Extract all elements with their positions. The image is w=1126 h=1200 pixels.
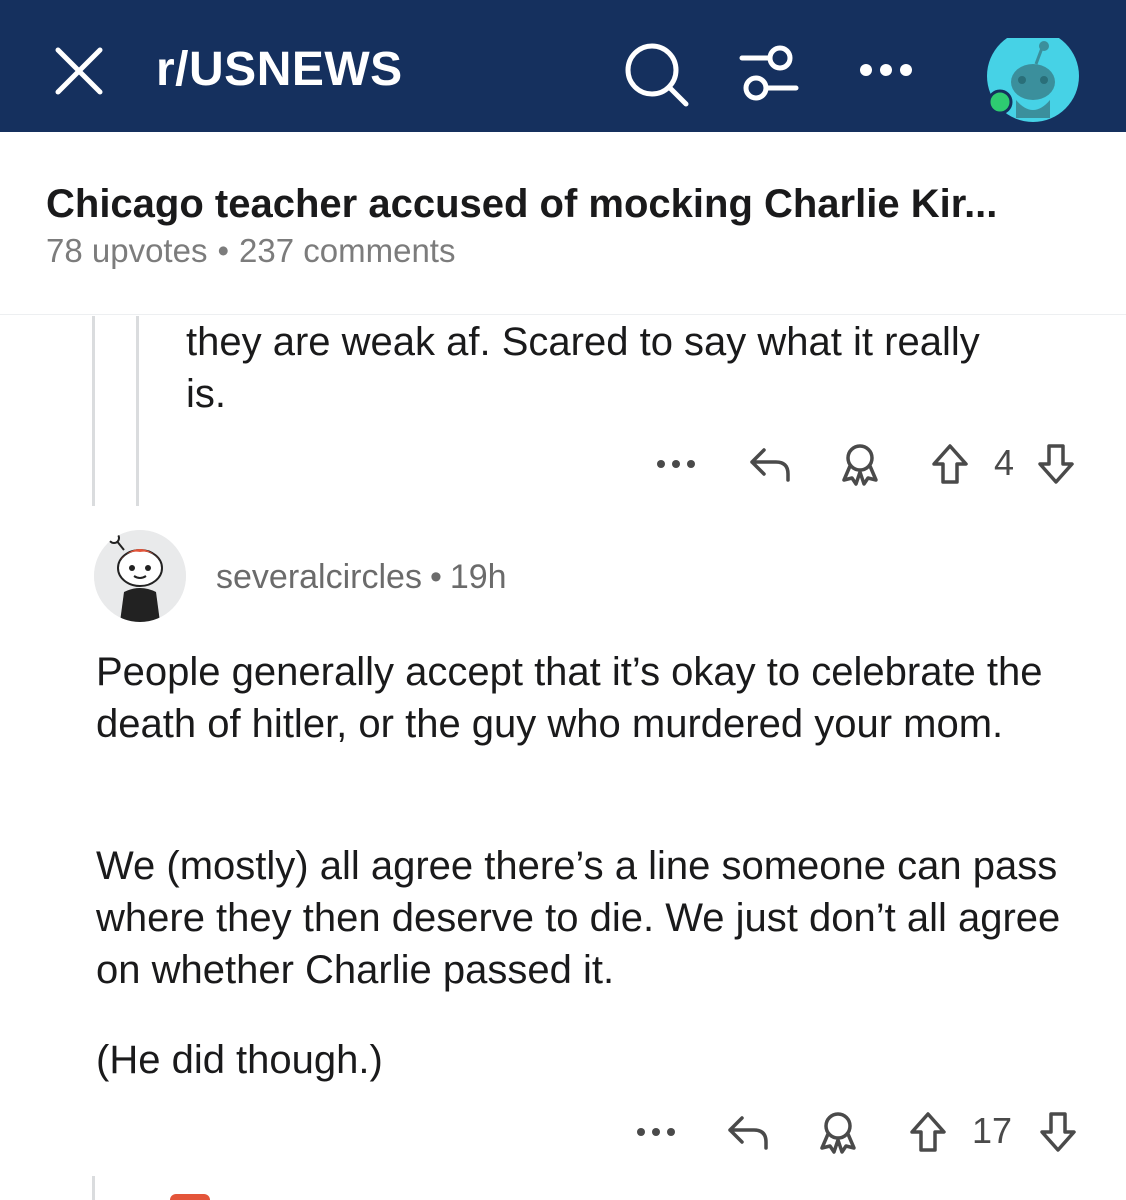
comment-author-row[interactable]: severalcircles • 19h: [94, 530, 694, 624]
vote-count: 17: [972, 1110, 1013, 1151]
comment-actions: 17: [636, 1108, 1086, 1158]
comment-count: 237 comments: [239, 232, 456, 269]
separator: •: [217, 232, 230, 269]
next-comment-avatar[interactable]: [170, 1194, 210, 1200]
close-icon[interactable]: [54, 46, 104, 96]
filter-icon[interactable]: [738, 44, 800, 102]
user-avatar[interactable]: [94, 530, 186, 622]
more-icon[interactable]: [858, 58, 914, 82]
thread-line[interactable]: [92, 1176, 95, 1200]
username[interactable]: severalcircles: [216, 558, 422, 596]
thread-line[interactable]: [92, 316, 95, 506]
top-bar: r/USNEWS: [0, 0, 1126, 132]
downvote-icon[interactable]: [1036, 442, 1076, 486]
award-icon[interactable]: [818, 1110, 858, 1154]
thread-line[interactable]: [136, 316, 139, 506]
comment-paragraph: People generally accept that it’s okay t…: [96, 650, 1043, 746]
separator: •: [429, 558, 442, 596]
comment-body: they are weak af. Scared to say what it …: [186, 316, 1086, 420]
upvote-icon[interactable]: [908, 1110, 948, 1154]
comment-line: is.: [186, 372, 226, 416]
comment-meta: severalcircles • 19h: [216, 558, 507, 597]
search-icon[interactable]: [624, 42, 690, 108]
subreddit-name[interactable]: r/USNEWS: [156, 42, 403, 97]
post-meta: 78 upvotes • 237 comments: [46, 232, 455, 270]
comment-actions: 4: [656, 440, 1086, 490]
comment-line: they are weak af. Scared to say what it …: [186, 320, 980, 364]
more-icon[interactable]: [636, 1126, 676, 1138]
upvote-count: 78 upvotes: [46, 232, 208, 269]
reply-icon[interactable]: [748, 444, 792, 484]
avatar[interactable]: [986, 38, 1080, 132]
upvote-icon[interactable]: [930, 442, 970, 486]
award-icon[interactable]: [840, 442, 880, 486]
downvote-icon[interactable]: [1038, 1110, 1078, 1154]
reply-icon[interactable]: [726, 1112, 770, 1152]
comment-paragraph: (He did though.): [96, 1038, 383, 1082]
more-icon[interactable]: [656, 458, 696, 470]
post-header[interactable]: Chicago teacher accused of mocking Charl…: [0, 132, 1126, 315]
vote-count: 4: [994, 442, 1015, 483]
comment-age: 19h: [449, 558, 507, 596]
comment-paragraph: We (mostly) all agree there’s a line som…: [96, 844, 1061, 992]
post-title[interactable]: Chicago teacher accused of mocking Charl…: [46, 182, 1106, 227]
